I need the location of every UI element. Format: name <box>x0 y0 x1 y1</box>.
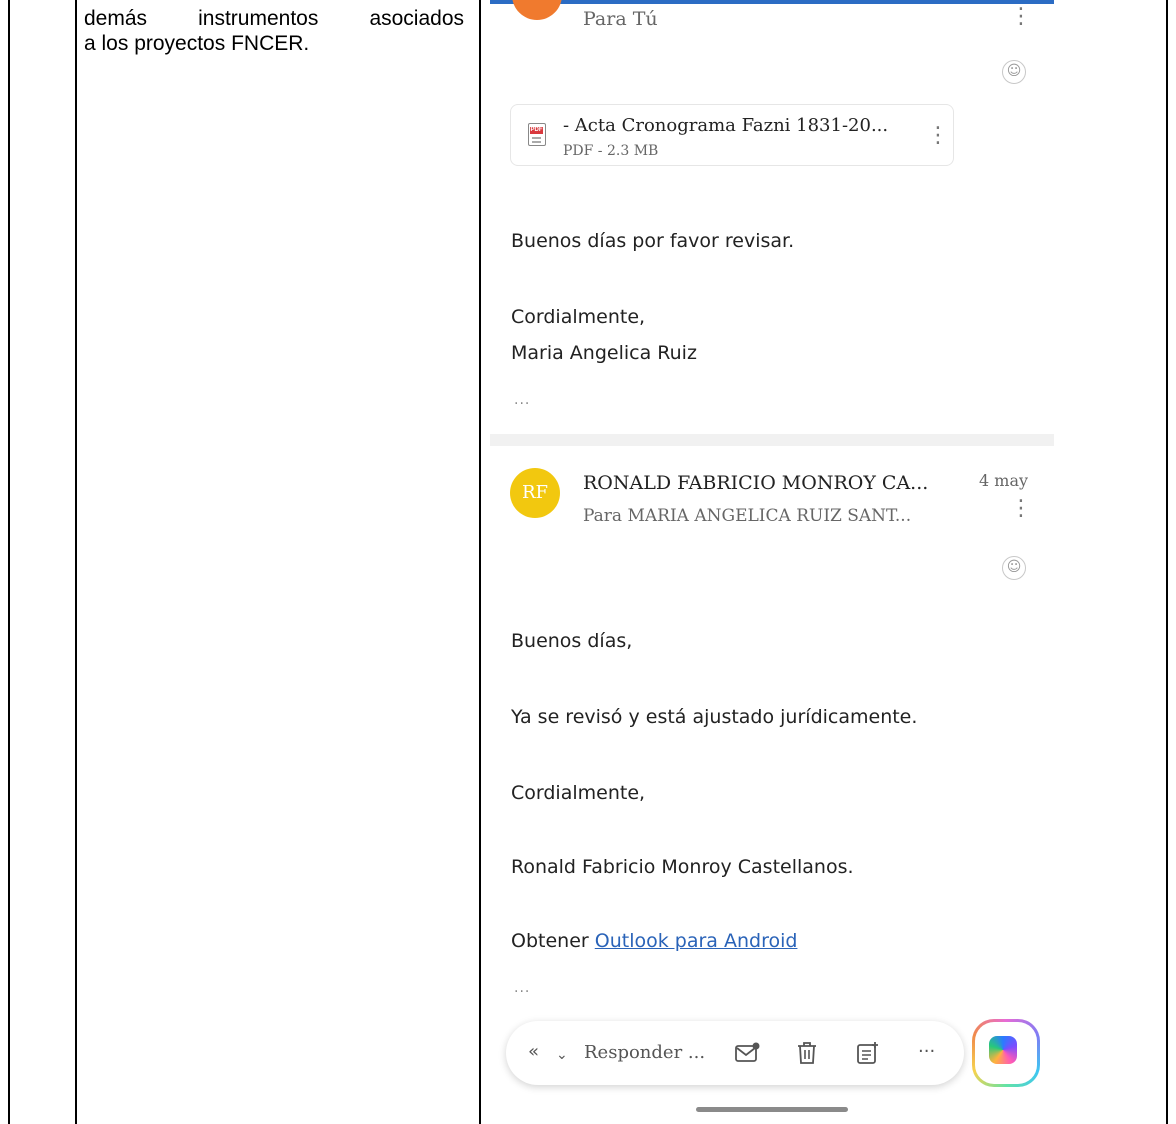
recipient-line: Para MARIA ANGELICA RUIZ SANT... <box>583 506 912 526</box>
recipient-line: Para Tú <box>583 8 658 30</box>
more-icon[interactable]: ··· <box>918 1041 935 1063</box>
footer-prefix: Obtener <box>511 930 595 952</box>
email-body-line: Cordialmente, <box>511 306 646 328</box>
pdf-tag: PDF <box>530 127 543 134</box>
sender-avatar[interactable]: RF <box>510 468 560 518</box>
cell-word: demás <box>84 7 148 30</box>
email-footer: Obtener Outlook para Android <box>511 930 797 952</box>
reaction-icon[interactable]: ☺ <box>1002 60 1026 84</box>
more-options-icon[interactable]: ⋮ <box>1010 6 1032 28</box>
email-body-line: Buenos días por favor revisar. <box>511 230 795 252</box>
cell-description: demás instrumentos asociados a los proye… <box>84 6 464 56</box>
outlook-android-link[interactable]: Outlook para Android <box>595 930 798 952</box>
attachment-more-icon[interactable]: ⋮ <box>927 125 949 147</box>
reaction-icon[interactable]: ☺ <box>1002 556 1026 580</box>
action-toolbar: « ⌄ Responder ... ··· <box>506 1021 964 1085</box>
show-more-icon[interactable]: ... <box>514 980 530 996</box>
attachment-card[interactable]: PDF - Acta Cronograma Fazni 1831-20... P… <box>510 104 954 166</box>
attachment-name: - Acta Cronograma Fazni 1831-20... <box>563 115 889 136</box>
table-border-col2 <box>479 0 481 1124</box>
table-border-right <box>1166 0 1168 1124</box>
show-more-icon[interactable]: ... <box>514 392 530 408</box>
copilot-icon <box>989 1036 1017 1064</box>
cell-word: instrumentos <box>198 7 319 30</box>
more-options-icon[interactable]: ⋮ <box>1010 498 1032 520</box>
mark-unread-icon[interactable] <box>734 1041 760 1067</box>
message-separator <box>490 434 1054 446</box>
reply-button[interactable]: Responder ... <box>584 1042 705 1063</box>
table-border-col1 <box>75 0 77 1124</box>
cell-word: asociados <box>369 7 464 30</box>
sender-name: RONALD FABRICIO MONROY CA... <box>583 472 929 494</box>
email-body-line: Ronald Fabricio Monroy Castellanos. <box>511 856 854 878</box>
sender-avatar[interactable] <box>512 0 562 20</box>
copilot-button[interactable] <box>972 1019 1040 1087</box>
pdf-line <box>532 141 541 143</box>
message-date: 4 may <box>979 471 1029 490</box>
home-indicator <box>696 1107 848 1112</box>
email-body-line: Cordialmente, <box>511 782 646 804</box>
email-body-line: Ya se revisó y está ajustado jurídicamen… <box>511 706 918 728</box>
pdf-line <box>532 137 541 139</box>
outlook-phone-screenshot: Para Tú ⋮ ☺ PDF - Acta Cronograma Fazni … <box>490 0 1054 1124</box>
table-border-left <box>8 0 10 1124</box>
attachment-meta: PDF - 2.3 MB <box>563 143 659 159</box>
email-body-line: Buenos días, <box>511 630 633 652</box>
cell-line: a los proyectos FNCER. <box>84 32 310 55</box>
reply-all-icon[interactable]: « <box>528 1041 539 1063</box>
chevron-down-icon[interactable]: ⌄ <box>556 1044 568 1066</box>
add-to-list-icon[interactable] <box>856 1041 880 1069</box>
accent-bar <box>490 0 1054 4</box>
email-body-line: Maria Angelica Ruiz <box>511 342 697 364</box>
pdf-file-icon: PDF <box>528 123 546 146</box>
trash-icon[interactable] <box>796 1041 818 1069</box>
